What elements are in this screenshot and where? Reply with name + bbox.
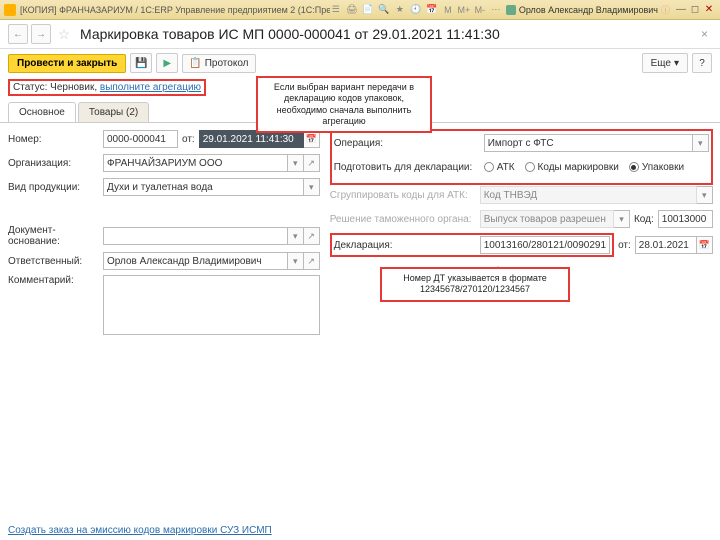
tb-icon[interactable]: ★ bbox=[394, 4, 406, 16]
resp-label: Ответственный: bbox=[8, 256, 103, 267]
status-label: Статус: bbox=[13, 82, 47, 93]
tab-main[interactable]: Основное bbox=[8, 102, 76, 122]
radio-atk[interactable]: АТК bbox=[484, 162, 515, 173]
kind-label: Вид продукции: bbox=[8, 182, 103, 193]
tb-icon[interactable]: 📅 bbox=[426, 4, 438, 16]
code-label: Код: bbox=[634, 214, 654, 225]
radio-packs-label: Упаковки bbox=[642, 162, 684, 173]
close-window-button[interactable]: ✕ bbox=[702, 3, 716, 17]
maximize-button[interactable]: ◻ bbox=[688, 3, 702, 17]
org-label: Организация: bbox=[8, 158, 103, 169]
org-field[interactable]: ФРАНЧАЙЗАРИУМ ООО bbox=[103, 154, 288, 172]
chevron-down-icon[interactable]: ▾ bbox=[288, 154, 304, 172]
open-ref-icon[interactable]: ↗ bbox=[304, 252, 320, 270]
customs-field: Выпуск товаров разрешен bbox=[480, 210, 614, 228]
close-document-button[interactable]: × bbox=[697, 27, 712, 41]
radio-atk-label: АТК bbox=[497, 162, 515, 173]
tab-goods[interactable]: Товары (2) bbox=[78, 102, 149, 122]
chevron-down-icon[interactable]: ▾ bbox=[693, 134, 709, 152]
basis-field[interactable] bbox=[103, 227, 288, 245]
help-button[interactable]: ? bbox=[692, 53, 712, 73]
kind-field[interactable]: Духи и туалетная вода bbox=[103, 178, 304, 196]
user-name: Орлов Александр Владимирович bbox=[519, 5, 658, 15]
protocol-label: Протокол bbox=[205, 58, 249, 69]
protocol-icon: 📋 bbox=[189, 58, 201, 69]
nav-forward-button[interactable]: → bbox=[31, 24, 51, 44]
document-toolbar: Провести и закрыть 💾 ▶ 📋 Протокол Еще ▾ … bbox=[0, 49, 720, 77]
decl-field[interactable]: 10013160/280121/0090291 bbox=[480, 236, 610, 254]
window-titlebar: [КОПИЯ] ФРАНЧАЗАРИУМ / 1С:ERP Управление… bbox=[0, 0, 720, 20]
save-button[interactable]: 💾 bbox=[130, 53, 152, 73]
protocol-button[interactable]: 📋 Протокол bbox=[182, 54, 255, 73]
radio-codes-label: Коды маркировки bbox=[538, 162, 619, 173]
chevron-down-icon: ▾ bbox=[614, 210, 630, 228]
document-title: Маркировка товаров ИС МП 0000-000041 от … bbox=[80, 26, 697, 42]
comment-field[interactable] bbox=[103, 275, 320, 335]
window-title: [КОПИЯ] ФРАНЧАЗАРИУМ / 1С:ERP Управление… bbox=[20, 5, 330, 15]
op-label: Операция: bbox=[334, 138, 484, 149]
info-icon: ⓘ bbox=[661, 3, 670, 16]
chevron-down-icon: ▾ bbox=[697, 186, 713, 204]
open-ref-icon[interactable]: ↗ bbox=[304, 154, 320, 172]
tb-icon[interactable]: 🕘 bbox=[410, 4, 422, 16]
status-value: Черновик, bbox=[50, 82, 97, 93]
radio-codes[interactable]: Коды маркировки bbox=[525, 162, 619, 173]
customs-label: Решение таможенного органа: bbox=[330, 214, 480, 225]
avatar-icon bbox=[506, 5, 516, 15]
document-header: ← → ☆ Маркировка товаров ИС МП 0000-0000… bbox=[0, 20, 720, 49]
decl-from-label: от: bbox=[618, 240, 631, 251]
resp-field[interactable]: Орлов Александр Владимирович bbox=[103, 252, 288, 270]
nav-back-button[interactable]: ← bbox=[8, 24, 28, 44]
right-column: Операция: Импорт с ФТС ▾ Подготовить для… bbox=[330, 129, 713, 339]
favorite-star-icon[interactable]: ☆ bbox=[54, 24, 74, 44]
number-label: Номер: bbox=[8, 134, 103, 145]
app-icon bbox=[4, 4, 16, 16]
decl-date-field[interactable]: 28.01.2021 bbox=[635, 236, 697, 254]
tb-icon[interactable]: M bbox=[442, 4, 454, 16]
tb-icon[interactable]: ☰ bbox=[330, 4, 342, 16]
titlebar-tool-icons: ☰ 🖨 📄 🔍 ★ 🕘 📅 M M+ M- ⋯ bbox=[330, 4, 502, 16]
tb-icon[interactable]: ⋯ bbox=[490, 4, 502, 16]
current-user[interactable]: Орлов Александр Владимирович ⓘ bbox=[506, 3, 670, 16]
tb-icon[interactable]: M+ bbox=[458, 4, 470, 16]
more-label: Еще bbox=[651, 58, 671, 69]
chevron-down-icon[interactable]: ▾ bbox=[288, 252, 304, 270]
chevron-down-icon[interactable]: ▾ bbox=[288, 227, 304, 245]
basis-label: Документ-основание: bbox=[8, 225, 103, 247]
from-label: от: bbox=[182, 134, 195, 145]
group-field: Код ТНВЭД bbox=[480, 186, 697, 204]
chevron-down-icon[interactable]: ▾ bbox=[304, 178, 320, 196]
group-label: Сгруппировать коды для АТК: bbox=[330, 190, 480, 201]
op-field[interactable]: Импорт с ФТС bbox=[484, 134, 693, 152]
calendar-icon[interactable]: 📅 bbox=[697, 236, 713, 254]
operation-highlight: Операция: Импорт с ФТС ▾ Подготовить для… bbox=[330, 129, 713, 185]
chevron-down-icon: ▾ bbox=[674, 58, 679, 69]
prep-label: Подготовить для декларации: bbox=[334, 162, 484, 173]
status-highlight: Статус: Черновик, выполните агрегацию bbox=[8, 79, 206, 96]
callout-aggregation-note: Если выбран вариант передачи в деклараци… bbox=[256, 76, 432, 133]
create-emission-order-link[interactable]: Создать заказ на эмиссию кодов маркировк… bbox=[8, 525, 272, 536]
prep-radio-group: АТК Коды маркировки Упаковки bbox=[484, 162, 709, 173]
left-column: Номер: 0000-000041 от: 29.01.2021 11:41:… bbox=[8, 129, 320, 339]
tb-icon[interactable]: 🔍 bbox=[378, 4, 390, 16]
radio-packs[interactable]: Упаковки bbox=[629, 162, 684, 173]
minimize-button[interactable]: — bbox=[674, 3, 688, 17]
tb-icon[interactable]: 🖨 bbox=[346, 4, 358, 16]
post-button[interactable]: ▶ bbox=[156, 53, 178, 73]
decl-label: Декларация: bbox=[334, 240, 480, 251]
tb-icon[interactable]: M- bbox=[474, 4, 486, 16]
tb-icon[interactable]: 📄 bbox=[362, 4, 374, 16]
more-button[interactable]: Еще ▾ bbox=[642, 53, 688, 73]
callout-dt-format: Номер ДТ указывается в формате 12345678/… bbox=[380, 267, 570, 302]
status-action-link[interactable]: выполните агрегацию bbox=[100, 82, 201, 93]
post-and-close-button[interactable]: Провести и закрыть bbox=[8, 54, 126, 73]
form-body: Номер: 0000-000041 от: 29.01.2021 11:41:… bbox=[0, 122, 720, 347]
open-ref-icon[interactable]: ↗ bbox=[304, 227, 320, 245]
number-field[interactable]: 0000-000041 bbox=[103, 130, 178, 148]
comment-label: Комментарий: bbox=[8, 275, 103, 286]
code-field[interactable]: 10013000 bbox=[658, 210, 713, 228]
